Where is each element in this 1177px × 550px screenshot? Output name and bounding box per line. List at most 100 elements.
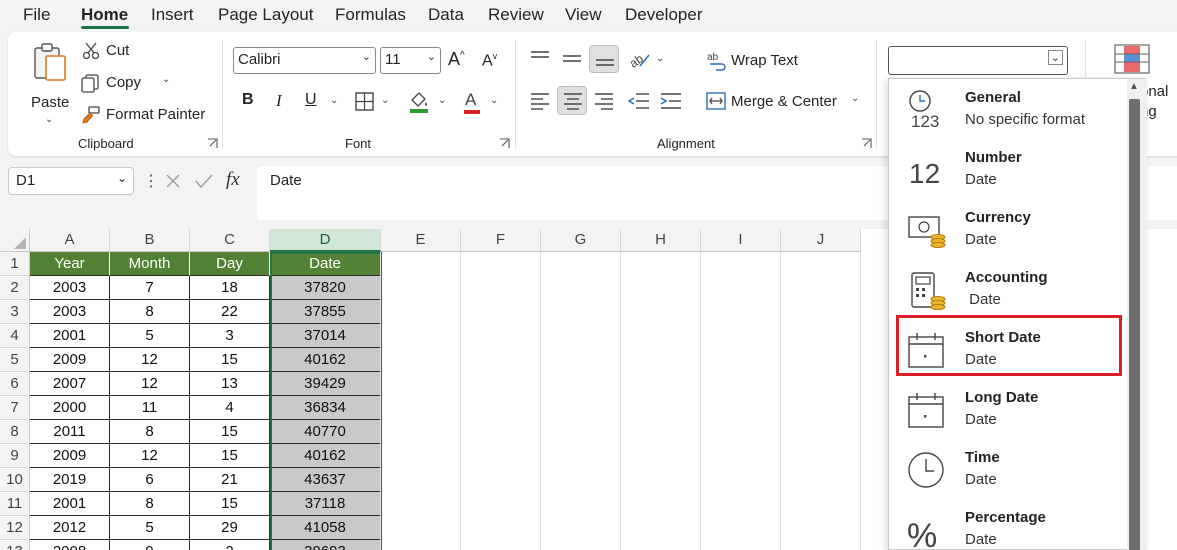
row-header-11[interactable]: 11 (0, 492, 30, 516)
select-all-corner[interactable] (0, 229, 30, 252)
copy-button[interactable]: Copy ⌄ (80, 73, 170, 95)
format-percentage[interactable]: % Percentage Date (889, 499, 1129, 550)
paste-button[interactable]: Paste ⌄ (22, 40, 78, 125)
table-cell[interactable]: 15 (190, 444, 270, 468)
wrap-text-button[interactable]: ab Wrap Text (705, 50, 805, 72)
table-cell[interactable]: 43637 (270, 468, 381, 492)
table-cell[interactable]: 40162 (270, 444, 381, 468)
table-cell[interactable]: 5 (110, 324, 190, 348)
column-header-f[interactable]: F (461, 229, 541, 252)
underline-button[interactable]: U (305, 91, 317, 109)
cancel-icon[interactable] (165, 173, 181, 189)
row-header-6[interactable]: 6 (0, 372, 30, 396)
table-cell[interactable]: 2000 (30, 396, 110, 420)
column-header-b[interactable]: B (110, 229, 190, 252)
bold-button[interactable]: B (242, 91, 254, 109)
enter-check-icon[interactable] (195, 173, 213, 189)
table-cell[interactable]: 2009 (30, 348, 110, 372)
tab-page-layout[interactable]: Page Layout (218, 5, 313, 25)
chevron-down-icon[interactable]: ⌄ (381, 95, 389, 106)
format-long-date[interactable]: Long Date Date (889, 379, 1129, 439)
table-cell[interactable]: 12 (110, 348, 190, 372)
table-cell[interactable]: 6 (110, 468, 190, 492)
row-header-10[interactable]: 10 (0, 468, 30, 492)
table-cell[interactable]: 37820 (270, 276, 381, 300)
table-cell[interactable]: 8 (110, 300, 190, 324)
table-cell[interactable]: 2001 (30, 492, 110, 516)
cut-button[interactable]: Cut (82, 41, 162, 63)
table-cell[interactable]: 8 (110, 492, 190, 516)
column-header-a[interactable]: A (30, 229, 110, 252)
table-cell[interactable]: 41058 (270, 516, 381, 540)
merge-center-button[interactable]: Merge & Center ⌄ (705, 90, 865, 112)
tab-insert[interactable]: Insert (151, 5, 194, 25)
column-header-e[interactable]: E (381, 229, 461, 252)
row-header-1[interactable]: 1 (0, 252, 30, 276)
row-header-7[interactable]: 7 (0, 396, 30, 420)
chevron-down-icon[interactable]: ⌄ (438, 95, 446, 106)
row-header-3[interactable]: 3 (0, 300, 30, 324)
row-header-12[interactable]: 12 (0, 516, 30, 540)
font-color-icon[interactable]: A (463, 90, 481, 114)
format-accounting[interactable]: Accounting Date (889, 259, 1129, 319)
fill-color-icon[interactable] (408, 89, 430, 113)
tab-file[interactable]: File (23, 5, 50, 25)
table-cell[interactable]: 2003 (30, 300, 110, 324)
row-header-4[interactable]: 4 (0, 324, 30, 348)
borders-icon[interactable] (355, 92, 374, 111)
row-header-13[interactable]: 13 (0, 540, 30, 550)
tab-data[interactable]: Data (428, 5, 464, 25)
dropdown-scroll-thumb[interactable] (1129, 99, 1140, 550)
table-cell[interactable]: 40770 (270, 420, 381, 444)
column-header-h[interactable]: H (621, 229, 701, 252)
increase-indent-icon[interactable] (660, 92, 682, 110)
table-cell[interactable]: 36834 (270, 396, 381, 420)
row-header-2[interactable]: 2 (0, 276, 30, 300)
format-general[interactable]: 123 General No specific format (889, 79, 1129, 139)
table-cell[interactable]: 37014 (270, 324, 381, 348)
insert-function-icon[interactable]: fx (226, 169, 240, 191)
column-header-g[interactable]: G (541, 229, 621, 252)
table-cell[interactable]: 2001 (30, 324, 110, 348)
header-cell-year[interactable]: Year (30, 252, 110, 276)
chevron-down-icon[interactable]: ⌄ (490, 95, 498, 106)
format-currency[interactable]: Currency Date (889, 199, 1129, 259)
table-cell[interactable]: 2007 (30, 372, 110, 396)
column-header-d[interactable]: D (270, 229, 381, 252)
scroll-up-icon[interactable]: ▲ (1129, 81, 1139, 92)
chevron-down-icon[interactable]: ⌄ (330, 95, 338, 106)
tab-formulas[interactable]: Formulas (335, 5, 406, 25)
align-top-icon[interactable] (530, 50, 550, 66)
table-cell[interactable]: 37855 (270, 300, 381, 324)
font-size-select[interactable]: 11 ⌄ (380, 47, 441, 74)
table-cell[interactable]: 15 (190, 348, 270, 372)
table-cell[interactable]: 2 (190, 540, 270, 550)
format-number[interactable]: 12 Number Date (889, 139, 1129, 199)
format-time[interactable]: Time Date (889, 439, 1129, 499)
table-cell[interactable]: 2009 (30, 444, 110, 468)
font-name-select[interactable]: Calibri ⌄ (233, 47, 376, 74)
table-cell[interactable]: 8 (110, 420, 190, 444)
table-cell[interactable]: 12 (110, 372, 190, 396)
format-painter-button[interactable]: Format Painter (80, 105, 210, 127)
align-left-icon[interactable] (530, 92, 550, 110)
table-cell[interactable]: 2003 (30, 276, 110, 300)
header-cell-date[interactable]: Date (270, 252, 381, 276)
decrease-font-icon[interactable]: Av (482, 51, 497, 70)
table-cell[interactable]: 21 (190, 468, 270, 492)
table-cell[interactable]: 22 (190, 300, 270, 324)
table-cell[interactable]: 7 (110, 276, 190, 300)
row-header-5[interactable]: 5 (0, 348, 30, 372)
dialog-launcher-icon[interactable] (499, 138, 510, 149)
align-bottom-button[interactable] (589, 45, 619, 73)
tab-review[interactable]: Review (488, 5, 544, 25)
dialog-launcher-icon[interactable] (861, 138, 872, 149)
table-cell[interactable]: 2019 (30, 468, 110, 492)
number-format-select[interactable]: ⌄ (888, 46, 1068, 75)
tab-developer[interactable]: Developer (625, 5, 703, 25)
align-right-icon[interactable] (594, 92, 614, 110)
column-header-i[interactable]: I (701, 229, 781, 252)
align-middle-icon[interactable] (562, 52, 582, 68)
table-cell[interactable]: 2012 (30, 516, 110, 540)
column-header-c[interactable]: C (190, 229, 270, 252)
